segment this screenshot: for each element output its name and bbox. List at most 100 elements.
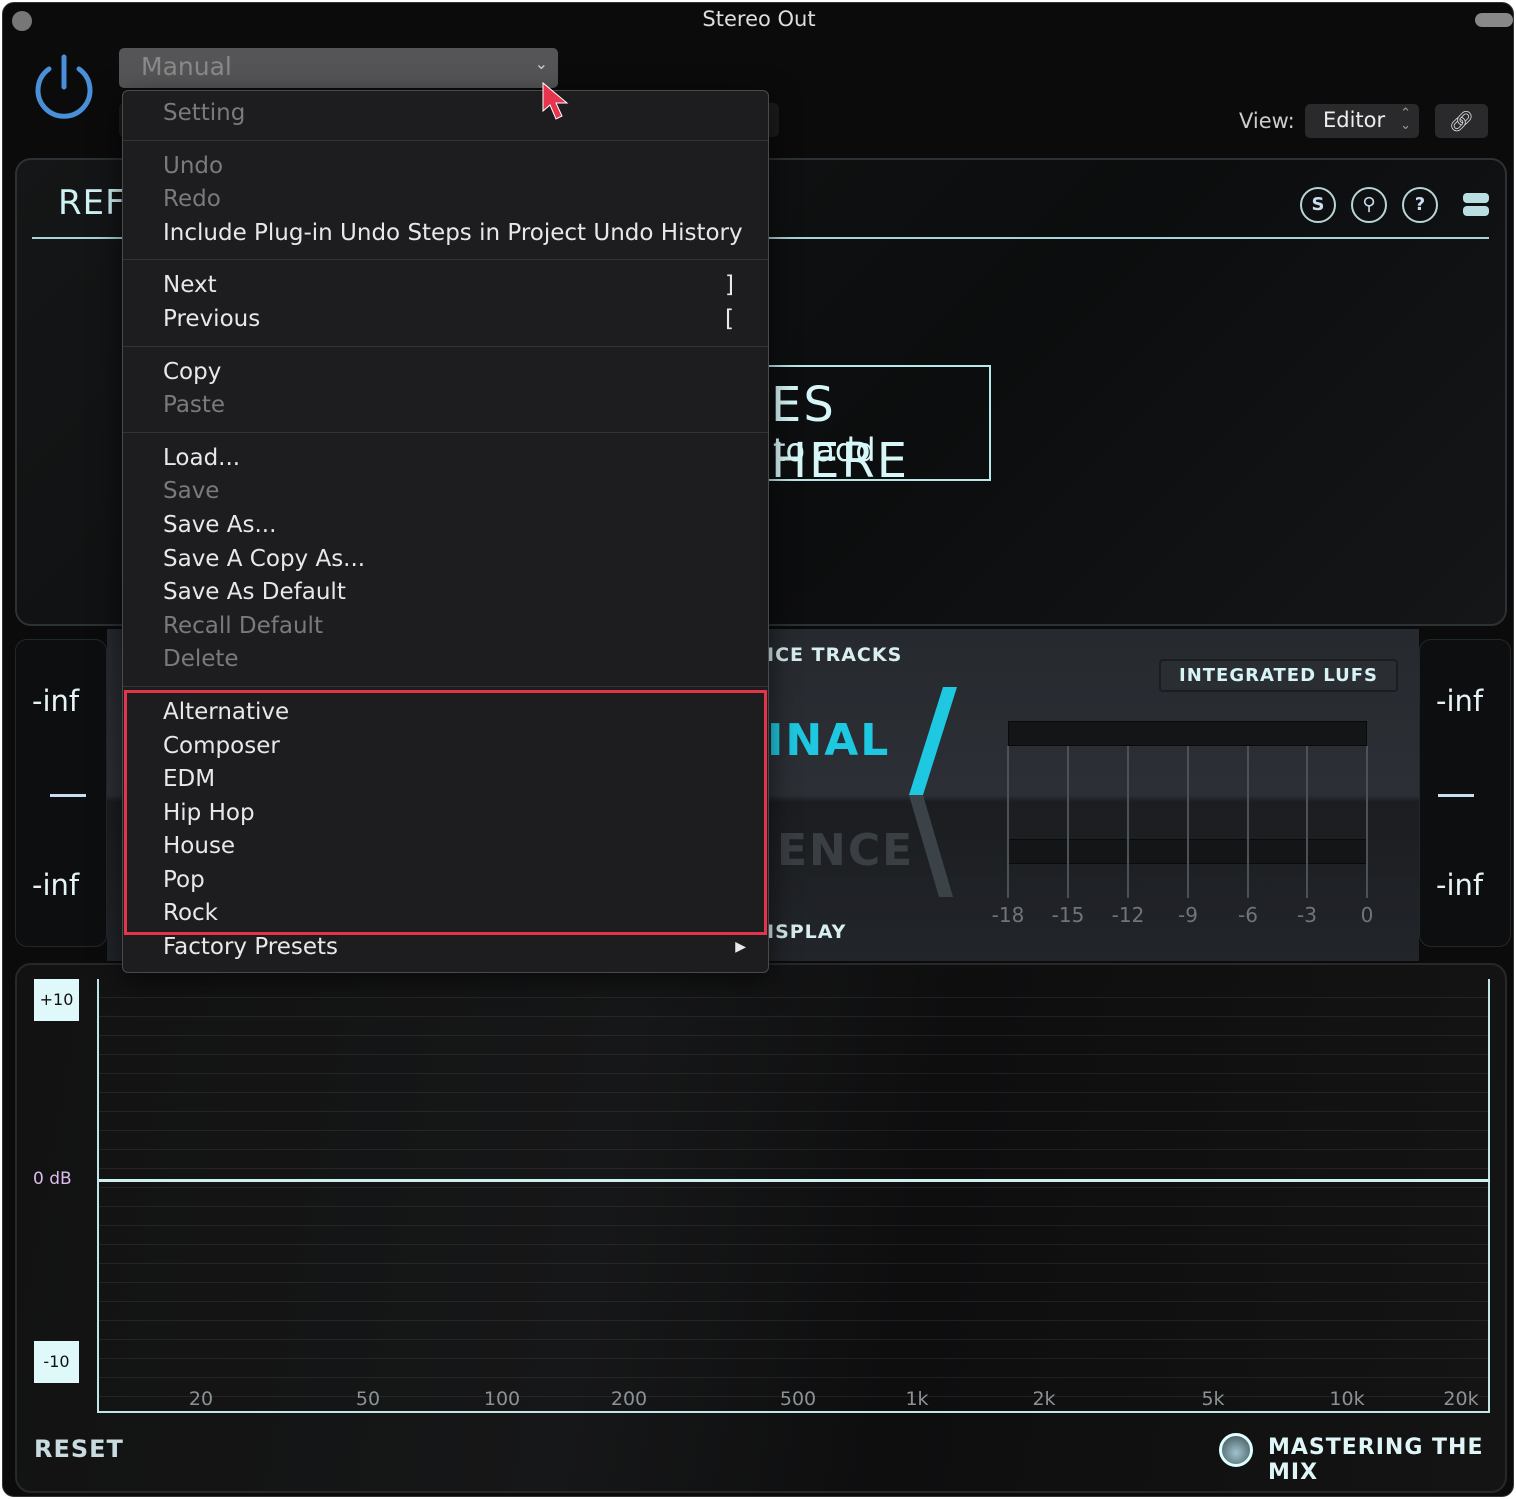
shortcut-label: ]: [725, 272, 734, 299]
shortcut-label: [: [725, 305, 734, 332]
tab-original[interactable]: INAL: [767, 715, 890, 766]
eq-graph[interactable]: [97, 979, 1490, 1413]
freq-tick-label: 200: [610, 1388, 648, 1410]
menu-separator: [123, 345, 768, 347]
help-label: ?: [1414, 194, 1426, 215]
db-zero-label: 0 dB: [33, 1169, 72, 1189]
menu-item-save: Save: [123, 475, 768, 509]
meter-value: -inf: [1436, 868, 1484, 902]
db-top-label[interactable]: +10: [34, 979, 79, 1021]
tab-reference[interactable]: ENCE: [777, 825, 914, 876]
menu-separator: [123, 685, 768, 687]
lufs-tick-label: -6: [1238, 903, 1258, 927]
menu-item-copy[interactable]: Copy: [123, 356, 768, 390]
freq-tick-label: 20: [188, 1388, 214, 1410]
menu-item-label: Paste: [163, 392, 226, 419]
menu-item-save-a-copy-as[interactable]: Save A Copy As...: [123, 543, 768, 577]
updown-icon: ⌃ ⌄: [1400, 106, 1411, 133]
freq-tick-label: 5k: [1201, 1388, 1225, 1410]
lufs-tick-label: -3: [1297, 903, 1317, 927]
window-toggle-button[interactable]: [1475, 13, 1513, 27]
menu-separator: [123, 139, 768, 141]
freq-tick-label: 100: [483, 1388, 521, 1410]
menu-item-label: Save A Copy As...: [163, 545, 366, 572]
menu-item-previous[interactable]: Previous [: [123, 303, 768, 337]
menu-item-label: Recall Default: [163, 612, 323, 639]
db-bottom-label[interactable]: -10: [34, 1341, 79, 1383]
menu-item-label: Redo: [163, 186, 221, 213]
menu-separator: [123, 259, 768, 261]
reset-button[interactable]: RESET: [34, 1435, 124, 1463]
key-icon[interactable]: ⚲: [1351, 187, 1387, 223]
lufs-tick-label: -9: [1178, 903, 1198, 927]
link-icon: 🔗︎: [1448, 109, 1475, 133]
view-select[interactable]: Editor ⌃ ⌄: [1305, 104, 1419, 138]
menu-separator: [123, 431, 768, 433]
menu-item-label: Save: [163, 478, 220, 505]
lufs-gridline: [1127, 746, 1129, 898]
highlight-box: [124, 690, 767, 935]
meter-value: -inf: [32, 868, 80, 902]
solo-label: S: [1311, 194, 1325, 215]
link-button[interactable]: 🔗︎: [1435, 104, 1488, 138]
submenu-arrow-icon: ▶: [735, 939, 746, 956]
menu-item-recall-default: Recall Default: [123, 610, 768, 644]
freq-tick-label: 20k: [1443, 1388, 1479, 1410]
menu-item-factory-presets[interactable]: Factory Presets ▶: [123, 931, 768, 965]
help-icon[interactable]: ?: [1402, 187, 1438, 223]
menu-item-label: Next: [163, 272, 217, 299]
left-meter: -inf -inf: [15, 639, 107, 947]
menu-item-save-as-default[interactable]: Save As Default: [123, 576, 768, 610]
solo-icon[interactable]: S: [1300, 187, 1336, 223]
right-meter: -inf -inf: [1419, 639, 1511, 947]
integrated-lufs-button[interactable]: INTEGRATED LUFS: [1159, 659, 1398, 692]
menu-item-label: Include Plug-in Undo Steps in Project Un…: [163, 219, 743, 246]
menu-item-label: Save As Default: [163, 579, 346, 606]
menu-item-label: Previous: [163, 305, 261, 332]
tab-reference-tracks[interactable]: ICE TRACKS: [767, 644, 902, 666]
tab-display[interactable]: ISPLAY: [767, 921, 846, 943]
menu-item-label: Load...: [163, 444, 241, 471]
preset-value: Manual: [141, 52, 232, 81]
menu-item-next[interactable]: Next]: [123, 269, 768, 303]
chevron-down-icon: ⌄: [534, 54, 548, 73]
view-value: Editor: [1323, 108, 1386, 132]
menu-item-paste: Paste: [123, 389, 768, 423]
lufs-gridline: [1067, 746, 1069, 898]
lufs-tick-label: -15: [1051, 903, 1085, 927]
original-lufs-bar: [1008, 721, 1367, 746]
lufs-tick-label: -12: [1111, 903, 1145, 927]
menu-item-save-as[interactable]: Save As...: [123, 509, 768, 543]
lufs-gridline: [1247, 746, 1249, 898]
brand-name: MASTERING THE MIX: [1268, 1435, 1484, 1485]
freq-tick-label: 50: [355, 1388, 381, 1410]
window-title: Stereo Out: [702, 7, 816, 31]
menu-item-label: Setting: [163, 100, 246, 126]
freq-tick-label: 2k: [1032, 1388, 1056, 1410]
lufs-gridline: [1187, 746, 1189, 898]
menu-item-label: Delete: [163, 646, 239, 673]
selector-slash: [909, 687, 957, 897]
menu-stack-icon[interactable]: [1463, 193, 1489, 217]
meter-value: -inf: [32, 684, 80, 718]
menu-item-include-plug-in-undo-steps-in-project-undo-history[interactable]: Include Plug-in Undo Steps in Project Un…: [123, 217, 768, 251]
menu-item-label: Undo: [163, 152, 224, 179]
freq-tick-label: 10k: [1329, 1388, 1365, 1410]
menu-item-load[interactable]: Load...: [123, 442, 768, 476]
brand-logo-icon: [1219, 1433, 1253, 1467]
meter-divider: [50, 794, 86, 797]
menu-item-redo: Redo: [123, 183, 768, 217]
drop-subtext: to add: [773, 431, 876, 469]
lufs-gridline: [1366, 746, 1368, 898]
panel-title: REF: [58, 183, 126, 223]
lufs-tick-label: 0: [1360, 903, 1374, 927]
power-icon[interactable]: [31, 53, 97, 121]
meter-divider: [1438, 794, 1474, 797]
lufs-gridline: [1306, 746, 1308, 898]
menu-item-undo: Undo: [123, 150, 768, 184]
menu-item-label: Copy: [163, 358, 222, 385]
meter-value: -inf: [1436, 684, 1484, 718]
menu-item-label: Factory Presets: [163, 934, 339, 961]
menu-item-delete: Delete: [123, 643, 768, 677]
preset-dropdown[interactable]: Manual ⌄: [119, 48, 558, 88]
